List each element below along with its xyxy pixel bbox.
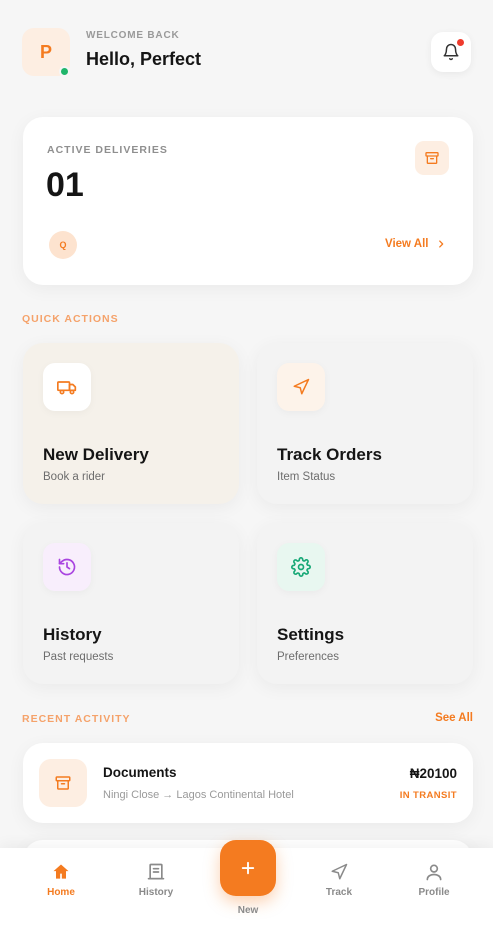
- track-orders-subtitle: Item Status: [277, 471, 336, 483]
- track-orders-icon-box: [277, 363, 325, 411]
- chevron-right-icon: [439, 240, 444, 248]
- navigation-arrow-icon: [331, 863, 348, 880]
- settings-icon-box: [277, 543, 325, 591]
- active-deliveries-count: 01: [46, 166, 84, 204]
- history-icon-box: [43, 543, 91, 591]
- truck-icon: [57, 381, 77, 395]
- active-deliveries-card: [23, 117, 473, 285]
- gear-icon: [291, 557, 311, 577]
- nav-profile-label: Profile: [418, 887, 450, 898]
- new-delivery-icon-box: [43, 363, 91, 411]
- user-icon: [426, 864, 442, 881]
- view-all-label: View All: [385, 238, 429, 250]
- activity-item-card[interactable]: [23, 743, 473, 823]
- home-icon: [53, 864, 69, 879]
- nav-track-label: Track: [325, 887, 353, 898]
- notifications-button[interactable]: [431, 32, 471, 72]
- nav-track[interactable]: Track: [304, 862, 374, 898]
- activity-item-title: Documents: [103, 765, 177, 780]
- delivery-rider-chip[interactable]: Q: [49, 231, 77, 259]
- settings-title: Settings: [277, 625, 345, 644]
- view-all-link[interactable]: View All: [385, 238, 446, 250]
- nav-history[interactable]: History: [121, 862, 191, 898]
- receipt-icon: [147, 863, 165, 880]
- notification-badge: [457, 39, 464, 46]
- online-status-dot: [59, 66, 70, 77]
- plus-icon: [241, 861, 255, 875]
- new-request-button[interactable]: [220, 840, 276, 896]
- welcome-label: WELCOME BACK: [86, 30, 180, 41]
- nav-home[interactable]: Home: [26, 862, 96, 898]
- settings-subtitle: Preferences: [277, 651, 340, 663]
- history-clock-icon: [58, 558, 76, 576]
- history-title: History: [43, 625, 102, 644]
- activity-item-route: Ningi Close → Lagos Continental Hotel: [103, 789, 294, 801]
- archive-box-icon: [425, 152, 439, 164]
- nav-history-label: History: [138, 887, 174, 898]
- recent-activity-label: RECENT ACTIVITY: [22, 713, 131, 725]
- archive-box-icon: [55, 776, 71, 790]
- bell-icon: [443, 43, 459, 61]
- new-delivery-title: New Delivery: [43, 445, 149, 464]
- activity-item-status: IN TRANSIT: [399, 790, 457, 801]
- new-delivery-subtitle: Book a rider: [43, 471, 106, 483]
- nav-home-label: Home: [47, 887, 75, 898]
- active-deliveries-box-button[interactable]: [415, 141, 449, 175]
- navigation-arrow-icon: [293, 378, 310, 395]
- nav-profile[interactable]: Profile: [399, 862, 469, 898]
- greeting-title: Hello, Perfect: [86, 49, 202, 69]
- active-deliveries-label: ACTIVE DELIVERIES: [47, 144, 168, 156]
- track-orders-title: Track Orders: [277, 445, 382, 464]
- see-all-link[interactable]: See All: [435, 712, 473, 724]
- delivery-rider-chip-label: Q: [59, 240, 67, 250]
- nav-new-label: New: [237, 905, 259, 916]
- history-subtitle: Past requests: [43, 651, 114, 663]
- quick-actions-label: QUICK ACTIONS: [22, 313, 119, 325]
- activity-item-price: ₦20100: [409, 766, 457, 781]
- avatar-initial: P: [39, 41, 52, 62]
- activity-item-icon-box: [39, 759, 87, 807]
